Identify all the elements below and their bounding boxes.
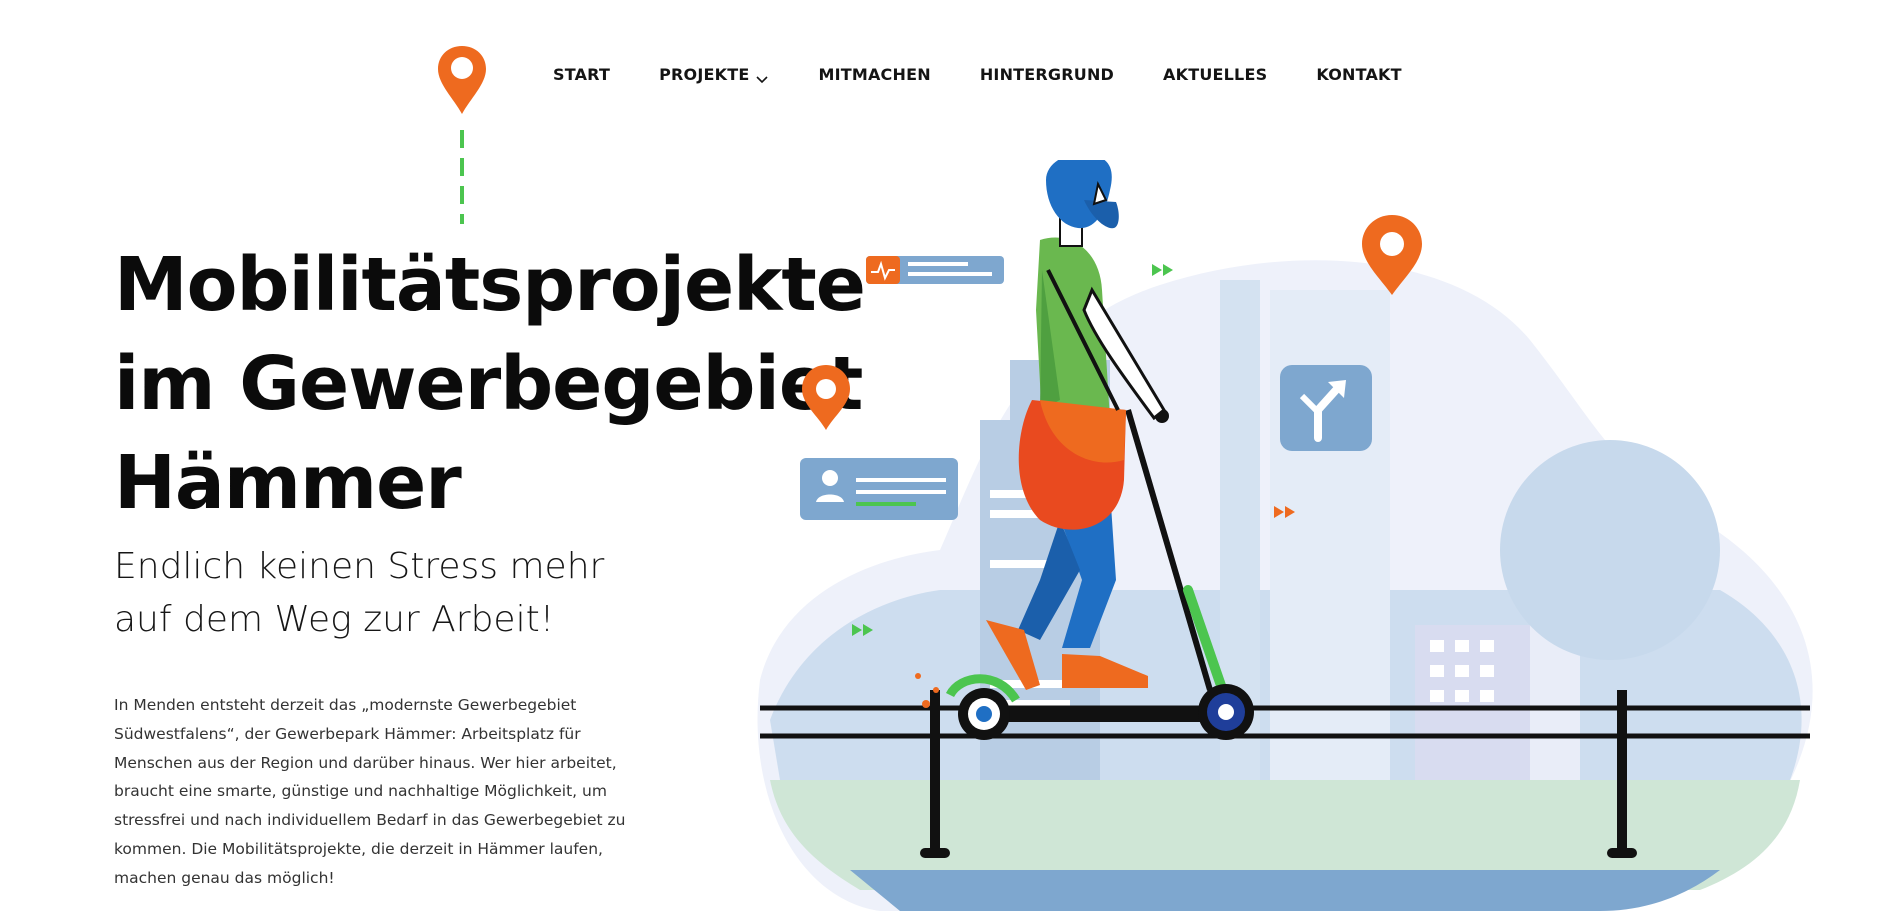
hero-subtitle-line: auf dem Weg zur Arbeit! <box>114 599 555 640</box>
hero-subtitle: Endlich keinen Stress mehr auf dem Weg z… <box>114 540 734 646</box>
hero-description: In Menden entsteht derzeit das „modernst… <box>114 691 674 893</box>
nav-mitmachen[interactable]: MITMACHEN <box>818 65 930 84</box>
chevron-down-icon <box>755 69 769 84</box>
hero-description-line: stressfrei und nach individuellem Bedarf… <box>114 811 626 830</box>
hero-description-line: machen genau das möglich! <box>114 868 335 887</box>
hero-description-line: In Menden entsteht derzeit das „modernst… <box>114 696 577 714</box>
hero-illustration <box>696 153 1830 911</box>
nav-hintergrund[interactable]: HINTERGRUND <box>980 65 1114 84</box>
nav-start[interactable]: START <box>553 65 610 84</box>
direction-sign-icon <box>1280 365 1372 451</box>
hero-description-line: Südwestfalens“, der Gewerbepark Hämmer: … <box>114 724 581 743</box>
nav-kontakt[interactable]: KONTAKT <box>1316 65 1401 84</box>
pulse-card-icon <box>866 256 1004 284</box>
nav-aktuelles[interactable]: AKTUELLES <box>1163 65 1267 84</box>
main-nav: START PROJEKTE MITMACHEN HINTERGRUND AKT… <box>553 62 1402 86</box>
hero-description-line: kommen. Die Mobilitätsprojekte, die derz… <box>114 839 603 858</box>
profile-card-icon <box>800 458 958 520</box>
nav-projekte[interactable]: PROJEKTE <box>659 65 769 84</box>
hero-description-line: Menschen aus der Region und darüber hina… <box>114 753 617 772</box>
hero-description-line: braucht eine smarte, günstige und nachha… <box>114 782 607 801</box>
logo-map-pin-icon[interactable] <box>436 44 488 234</box>
map-pin-icon <box>802 365 850 430</box>
nav-projekte-label: PROJEKTE <box>659 64 750 84</box>
hero-subtitle-line: Endlich keinen Stress mehr <box>114 546 605 587</box>
